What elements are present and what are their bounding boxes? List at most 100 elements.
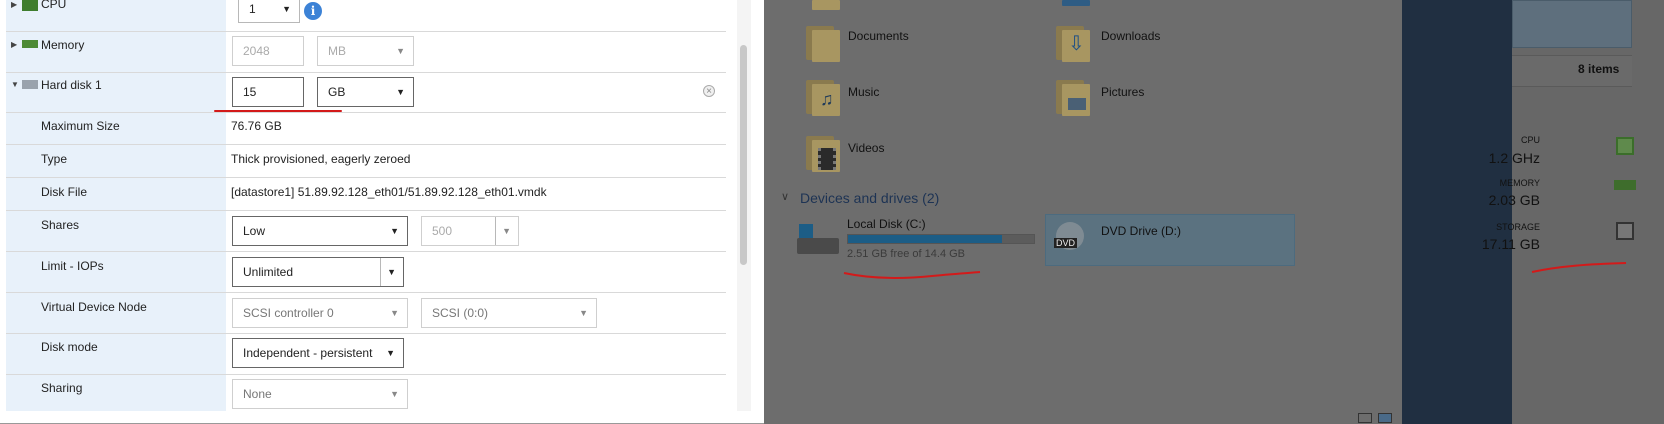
picture-icon <box>1068 98 1086 110</box>
videos-folder-icon[interactable] <box>806 132 840 172</box>
folder-icon <box>1056 0 1090 8</box>
red-scribble-annotation <box>1531 262 1627 273</box>
disk-file-label: Disk File <box>41 185 88 199</box>
sharing-row: Sharing None ▼ <box>6 375 726 411</box>
dvd-drive-icon: DVD <box>1054 222 1086 254</box>
desktop-background <box>1402 0 1512 424</box>
scsi-controller-value: SCSI controller 0 <box>243 306 334 320</box>
music-folder-icon[interactable]: ♫ <box>806 76 840 116</box>
cpu-count-select[interactable]: 1 ▼ <box>238 0 300 23</box>
storage-icon <box>1616 222 1634 240</box>
hard-disk-size-input[interactable]: 15 <box>232 77 304 107</box>
pictures-folder-label[interactable]: Pictures <box>1101 85 1144 99</box>
chevron-down-icon: ▼ <box>396 46 405 56</box>
expand-caret-icon[interactable]: ▶ <box>11 40 17 50</box>
shares-value: Low <box>243 224 266 238</box>
sharing-label: Sharing <box>41 381 83 395</box>
shares-amount-value: 500 <box>432 224 453 238</box>
hard-disk-icon <box>22 80 38 89</box>
disk-file-value: [datastore1] 51.89.92.128_eth01/51.89.92… <box>231 185 547 199</box>
local-disk-usage-fill <box>848 235 1002 243</box>
hard-disk-unit-select[interactable]: GB ▼ <box>317 77 414 107</box>
chevron-down-icon: ▼ <box>502 226 511 236</box>
music-note-icon: ♫ <box>820 89 834 109</box>
scsi-slot-value: SCSI (0:0) <box>432 306 489 320</box>
memory-size-input[interactable]: 2048 <box>232 36 304 66</box>
details-view-icon[interactable] <box>1358 413 1372 423</box>
memory-size-value: 2048 <box>243 44 270 58</box>
red-scribble-annotation <box>843 271 981 279</box>
info-icon[interactable]: i <box>304 2 322 20</box>
virtual-device-node-row: Virtual Device Node SCSI controller 0 ▼ … <box>6 293 726 334</box>
virtual-device-node-label: Virtual Device Node <box>41 300 147 314</box>
disk-mode-row: Disk mode Independent - persistent ▼ <box>6 334 726 375</box>
pictures-folder-icon[interactable] <box>1056 76 1090 116</box>
chevron-down-icon: ▼ <box>390 308 399 318</box>
sharing-select[interactable]: None ▼ <box>232 379 408 409</box>
memory-unit-select[interactable]: MB ▼ <box>317 36 414 66</box>
limit-iops-dropdown[interactable]: ▼ <box>380 258 403 286</box>
disk-mode-label: Disk mode <box>41 340 98 354</box>
remove-device-icon[interactable]: × <box>703 85 715 97</box>
memory-module-icon <box>22 40 38 48</box>
disk-mode-select[interactable]: Independent - persistent ▼ <box>232 338 404 368</box>
memory-label: Memory <box>41 38 85 52</box>
header-box <box>1512 0 1632 48</box>
memory-unit-value: MB <box>328 44 346 58</box>
shares-row: Shares Low ▼ 500 ▼ <box>6 211 726 252</box>
chevron-down-icon[interactable]: ∨ <box>781 190 789 203</box>
shares-amount-dropdown[interactable]: ▼ <box>495 217 518 245</box>
sharing-value: None <box>243 387 272 401</box>
music-folder-label[interactable]: Music <box>848 85 879 99</box>
hard-disk-unit-value: GB <box>328 85 346 99</box>
downloads-folder-icon[interactable]: ⇩ <box>1056 22 1090 62</box>
file-explorer-window <box>764 0 1402 424</box>
documents-folder-icon[interactable] <box>806 22 840 62</box>
maximum-size-row: Maximum Size 76.76 GB <box>6 112 726 145</box>
chevron-down-icon: ▼ <box>579 308 588 318</box>
local-disk-free-space: 2.51 GB free of 14.4 GB <box>847 248 966 260</box>
videos-folder-label[interactable]: Videos <box>848 141 884 155</box>
scsi-slot-select[interactable]: SCSI (0:0) ▼ <box>421 298 597 328</box>
vm-hardware-settings-panel: ▶ CPU 1 ▼ i ▶ Memory 2048 MB ▼ ▼ Hard di… <box>0 0 764 424</box>
chevron-down-icon: ▼ <box>390 226 399 236</box>
film-strip-icon <box>818 148 836 170</box>
documents-folder-label[interactable]: Documents <box>848 29 909 43</box>
shares-label: Shares <box>41 218 80 232</box>
down-arrow-icon: ⇩ <box>1068 33 1085 55</box>
hard-disk-label: Hard disk 1 <box>41 78 102 92</box>
dvd-drive-label[interactable]: DVD Drive (D:) <box>1101 224 1181 238</box>
hard-disk-row: ▼ Hard disk 1 15 GB ▼ <box>6 72 726 113</box>
cpu-resource-label: CPU <box>1520 135 1540 145</box>
downloads-folder-label[interactable]: Downloads <box>1101 29 1160 43</box>
expand-caret-icon[interactable]: ▶ <box>11 0 17 10</box>
cpu-chip-icon <box>22 0 38 11</box>
scsi-controller-select[interactable]: SCSI controller 0 ▼ <box>232 298 408 328</box>
large-icons-view-icon[interactable] <box>1378 413 1392 423</box>
limit-iops-row: Limit - IOPs Unlimited ▼ <box>6 252 726 293</box>
local-disk-icon[interactable] <box>797 222 839 256</box>
items-count: 8 items <box>1578 62 1620 76</box>
devices-and-drives-heading[interactable]: Devices and drives (2) <box>800 190 939 206</box>
maximum-size-label: Maximum Size <box>41 119 120 133</box>
limit-iops-combobox[interactable]: Unlimited ▼ <box>232 257 404 287</box>
shares-amount-input[interactable]: 500 ▼ <box>421 216 519 246</box>
chevron-down-icon: ▼ <box>396 87 405 97</box>
memory-icon <box>1614 180 1636 190</box>
shares-select[interactable]: Low ▼ <box>232 216 408 246</box>
maximum-size-value: 76.76 GB <box>231 119 282 133</box>
storage-resource-value: 17.11 GB <box>1481 236 1540 252</box>
storage-resource-label: STORAGE <box>1496 222 1540 232</box>
chevron-down-icon: ▼ <box>282 4 291 14</box>
type-row: Type Thick provisioned, eagerly zeroed <box>6 145 726 178</box>
collapse-caret-icon[interactable]: ▼ <box>11 80 19 90</box>
dvd-badge: DVD <box>1054 238 1078 248</box>
disk-mode-value: Independent - persistent <box>243 346 373 360</box>
limit-iops-value: Unlimited <box>243 265 294 279</box>
cpu-resource-value: 1.2 GHz <box>1488 150 1540 166</box>
local-disk-label[interactable]: Local Disk (C:) <box>847 217 926 231</box>
type-value: Thick provisioned, eagerly zeroed <box>231 152 411 166</box>
local-disk-usage-bar <box>847 234 1035 244</box>
chevron-down-icon: ▼ <box>386 348 395 358</box>
scrollbar-thumb[interactable] <box>740 45 747 265</box>
